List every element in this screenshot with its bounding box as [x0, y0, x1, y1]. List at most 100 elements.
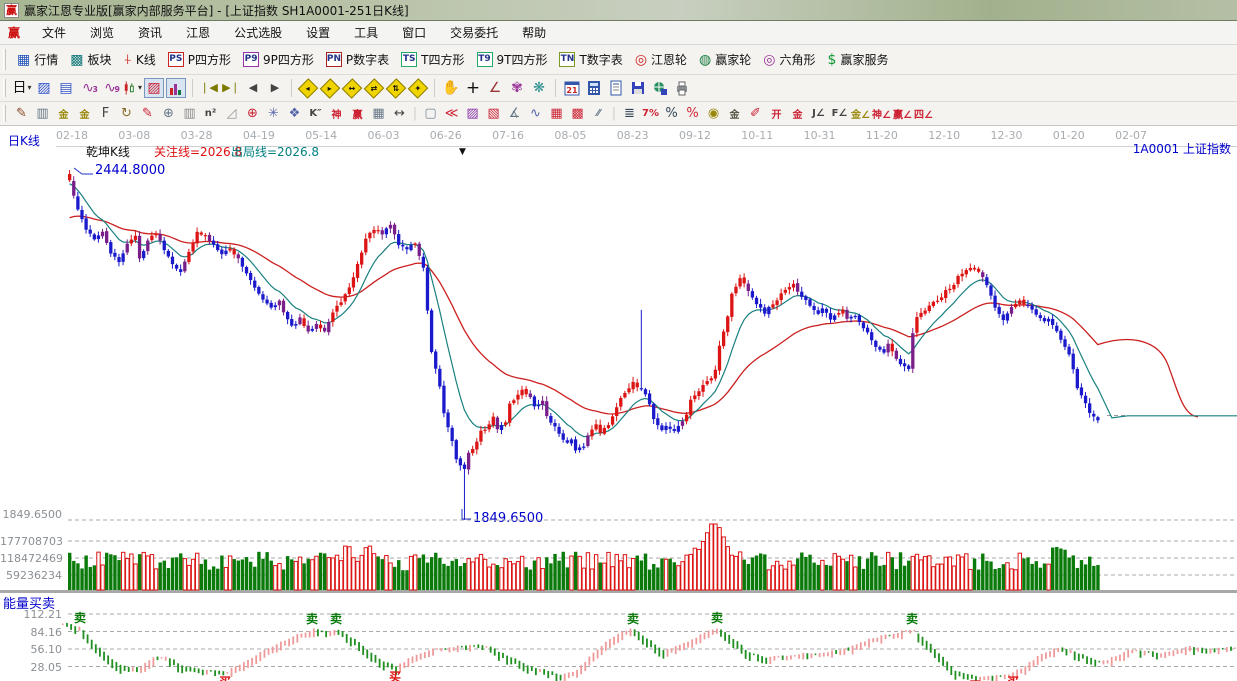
t9-square-button[interactable]: T9 9T四方形 [471, 49, 554, 70]
menu-item-9[interactable]: 交易委托 [438, 21, 510, 44]
kai-tool-icon[interactable]: 开 [767, 105, 786, 123]
qiankun-toggle-icon[interactable]: ▨ [144, 78, 164, 98]
h-expand-icon[interactable]: ↔ [341, 77, 363, 99]
winner-wheel-button[interactable]: ◍ 赢家轮 [693, 49, 757, 70]
pan-left-icon[interactable]: ◂ [297, 77, 319, 99]
next-bar-icon[interactable]: ▶ [265, 78, 285, 98]
percent-icon[interactable]: % [662, 105, 681, 123]
export-icon[interactable] [650, 78, 670, 98]
wave9-icon[interactable]: ∿ 9 [100, 78, 120, 98]
save-icon[interactable] [628, 78, 648, 98]
gold-division2-icon[interactable]: 金 [75, 105, 94, 123]
dropdown-caret-icon: ▾ [137, 83, 142, 92]
pen-tool-icon[interactable]: ✎ [12, 105, 31, 123]
compass-circle-icon[interactable]: ⊕ [159, 105, 178, 123]
menu-item-5[interactable]: 公式选股 [222, 21, 294, 44]
red-grid2-icon[interactable]: ▩ [568, 105, 587, 123]
t-square-button[interactable]: TS T四方形 [395, 49, 470, 70]
v-compress-icon[interactable]: ⇅ [385, 77, 407, 99]
measure-tool-icon[interactable]: ∠ [485, 78, 505, 98]
wave-line-icon[interactable]: ∿ [526, 105, 545, 123]
t-number-button[interactable]: TN T数字表 [553, 49, 628, 70]
p-number-button[interactable]: PN P数字表 [320, 49, 395, 70]
web-grid-icon[interactable]: ✳ [264, 105, 283, 123]
web-box-icon[interactable]: ❖ [285, 105, 304, 123]
shen-tool-icon[interactable]: 神 [327, 105, 346, 123]
gold-underline-icon[interactable]: 金 [725, 105, 744, 123]
menu-item-1[interactable]: 文件 [30, 21, 78, 44]
gann-box-icon[interactable]: ▨ [463, 105, 482, 123]
red-gold-icon[interactable]: 金 [788, 105, 807, 123]
percent7-icon[interactable]: 7% [641, 105, 660, 123]
ying-angle-icon[interactable]: 赢∠ [893, 105, 912, 123]
brush-icon[interactable]: ✐ [746, 105, 765, 123]
f-division-icon[interactable]: F [96, 105, 115, 123]
percent-line-icon[interactable]: % [683, 105, 702, 123]
j-angle-icon[interactable]: J∠ [809, 105, 828, 123]
hand-tool-icon[interactable]: ✋ [441, 78, 461, 98]
quote-grid-button[interactable]: ▦ 行情 [11, 49, 64, 70]
red-grid-icon[interactable]: ▦ [547, 105, 566, 123]
first-page-icon[interactable]: ❘◀ [199, 78, 219, 98]
gann-flower-icon[interactable]: ✾ [507, 78, 527, 98]
wave3-icon[interactable]: ∿ 3 [78, 78, 98, 98]
si-angle-icon[interactable]: 四∠ [914, 105, 933, 123]
menu-item-7[interactable]: 工具 [342, 21, 390, 44]
candle-style-selector[interactable]: ▾ [122, 78, 142, 98]
n-square-icon[interactable]: n² [201, 105, 220, 123]
p9-square-button[interactable]: P9 9P四方形 [237, 49, 320, 70]
info-panel-icon[interactable]: ▤ [56, 78, 76, 98]
h-compress-icon[interactable]: ⇄ [363, 77, 385, 99]
calendar-icon[interactable]: 21 [562, 78, 582, 98]
fan-lines-icon[interactable]: ≪ [442, 105, 461, 123]
k-quote-icon[interactable]: K″ [306, 105, 325, 123]
last-page-icon[interactable]: ▶❘ [221, 78, 241, 98]
grid-division-icon[interactable]: ▥ [180, 105, 199, 123]
winner-service-button[interactable]: $ 赢家服务 [822, 49, 895, 70]
gann-grid-icon[interactable]: ▧ [484, 105, 503, 123]
box-select-icon[interactable]: ▢ [421, 105, 440, 123]
print-icon[interactable] [672, 78, 692, 98]
angle-set-icon[interactable]: ∡ [505, 105, 524, 123]
volume-profile-toggle-icon[interactable] [166, 78, 186, 98]
menu-item-8[interactable]: 窗口 [390, 21, 438, 44]
pattern-tool-icon[interactable]: ▨ [34, 78, 54, 98]
v-expand-icon[interactable]: ✦ [407, 77, 429, 99]
gold-circle-icon[interactable]: ◉ [704, 105, 723, 123]
menu-item-6[interactable]: 设置 [294, 21, 342, 44]
width-measure-icon[interactable]: ↔ [390, 105, 409, 123]
period-day-selector[interactable]: 日 ▾ [12, 78, 32, 98]
svg-text:买: 买 [1007, 675, 1019, 681]
pan-right-icon[interactable]: ▸ [319, 77, 341, 99]
gold-angle-icon[interactable]: 金∠ [851, 105, 870, 123]
hatch-lines-icon[interactable]: ▥ [33, 105, 52, 123]
spiral-tool-icon[interactable]: ↻ [117, 105, 136, 123]
parallel-lines-icon[interactable]: ⁄⁄ [589, 105, 608, 123]
volume-ladder-icon[interactable]: ≣ [620, 105, 639, 123]
kline-button[interactable]: ⍭ K线 [118, 49, 162, 70]
f-angle-icon[interactable]: F∠ [830, 105, 849, 123]
menu-item-4[interactable]: 江恩 [174, 21, 222, 44]
ruler-123-icon[interactable]: ▦ [369, 105, 388, 123]
gold-division-icon[interactable]: 金 [54, 105, 73, 123]
crosshair-tool-icon[interactable]: + [463, 78, 483, 98]
gann-wheel-button[interactable]: ◎ 江恩轮 [629, 49, 693, 70]
sector-blocks-button[interactable]: ▩ 板块 [64, 49, 117, 70]
neural-tool-icon[interactable]: ❋ [529, 78, 549, 98]
menu-item-3[interactable]: 资讯 [126, 21, 174, 44]
menu-item-2[interactable]: 浏览 [78, 21, 126, 44]
prev-bar-icon[interactable]: ◀ [243, 78, 263, 98]
ruler-triangle-icon[interactable]: ◿ [222, 105, 241, 123]
p-square-button[interactable]: PS P四方形 [162, 49, 237, 70]
red-pen-icon[interactable]: ✎ [138, 105, 157, 123]
report-icon[interactable] [606, 78, 626, 98]
chart-canvas[interactable]: 卖卖卖卖卖卖买买买买 [0, 147, 1237, 681]
calculator-icon[interactable] [584, 78, 604, 98]
date-tick-label: 11-20 [865, 129, 898, 142]
shen-angle-icon[interactable]: 神∠ [872, 105, 891, 123]
kline-chart-svg[interactable]: 卖卖卖卖卖卖买买买买 [0, 147, 1237, 681]
ying-tool-icon[interactable]: 赢 [348, 105, 367, 123]
red-crosshair-icon[interactable]: ⊕ [243, 105, 262, 123]
hexagon-button[interactable]: ◎ 六角形 [757, 49, 821, 70]
menu-item-10[interactable]: 帮助 [510, 21, 558, 44]
